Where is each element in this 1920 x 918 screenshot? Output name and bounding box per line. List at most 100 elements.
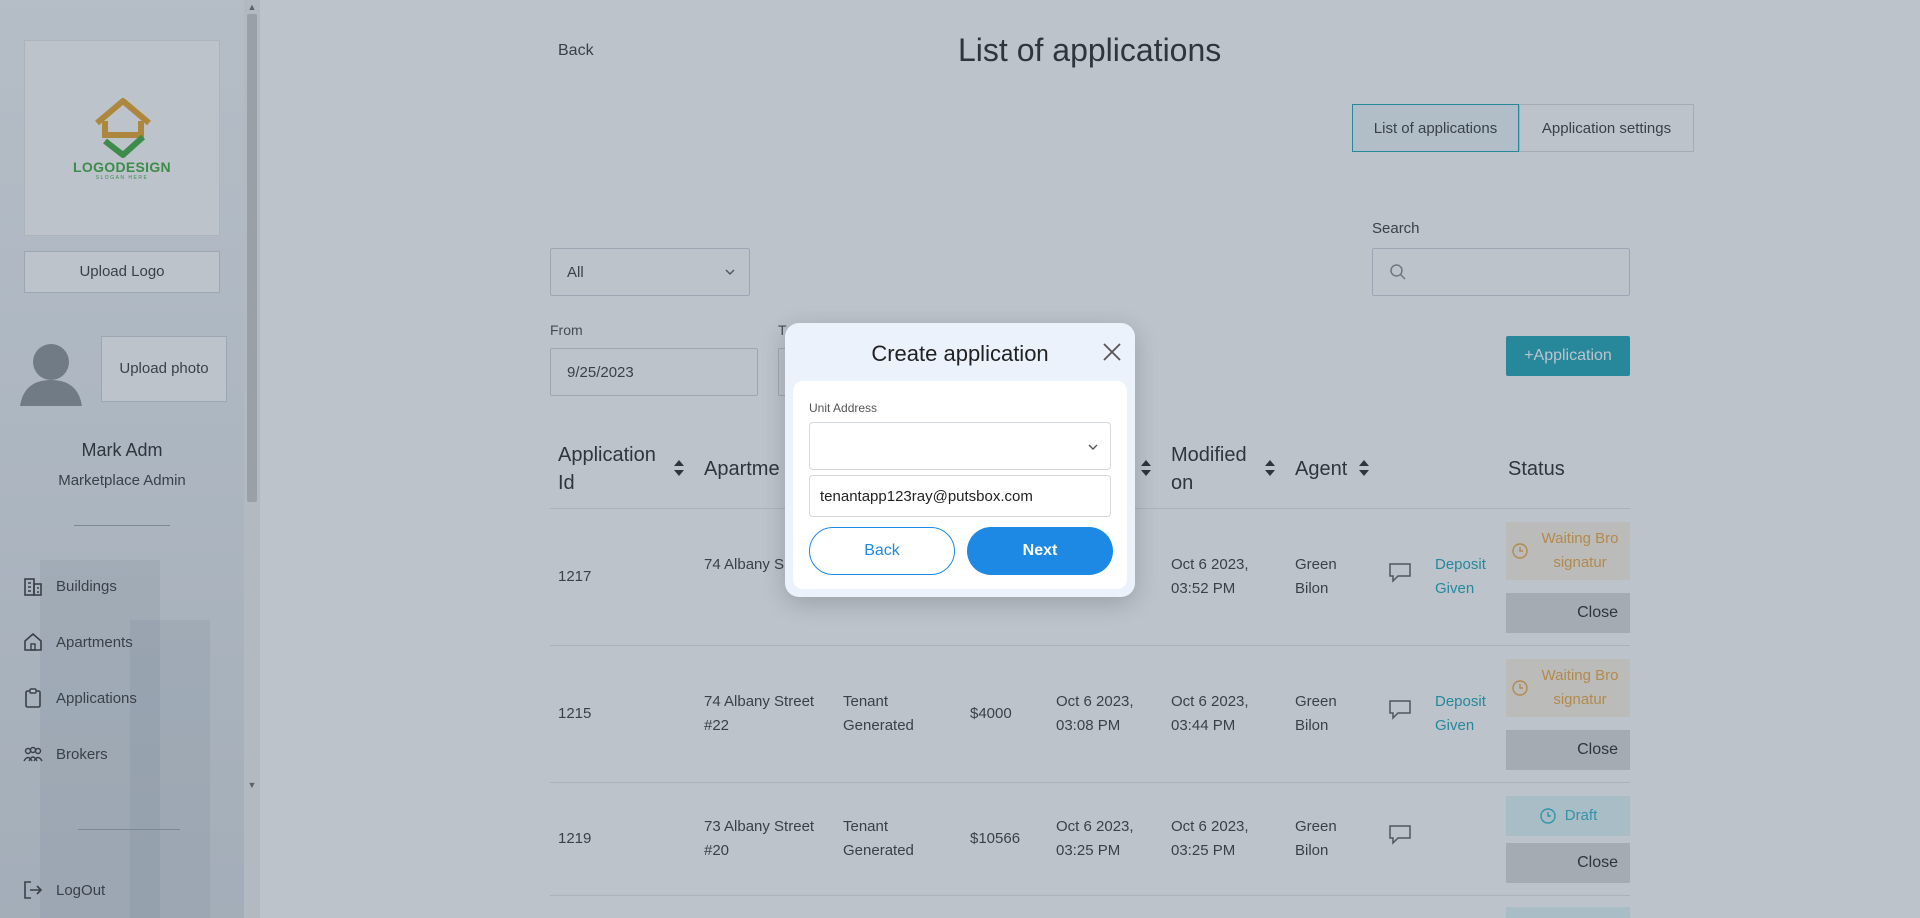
- column-header-agent[interactable]: Agent: [1295, 455, 1347, 483]
- cell-agent: Green Bilon: [1295, 693, 1337, 734]
- status-badge: Draft: [1506, 796, 1630, 836]
- modal-next-button[interactable]: Next: [967, 527, 1113, 575]
- logo-box: LOGODESIGN SLOGAN HERE: [24, 40, 220, 236]
- clock-icon: [1512, 543, 1528, 559]
- add-application-button[interactable]: +Application: [1506, 336, 1630, 376]
- building-icon: [24, 578, 42, 596]
- sidebar-item-label: Applications: [56, 689, 137, 707]
- upload-photo-button[interactable]: Upload photo: [101, 336, 227, 402]
- cell-application-id: 1219: [558, 830, 592, 847]
- cell-apartment: 74 Albany Street #22: [704, 693, 815, 734]
- scrollbar-thumb[interactable]: [247, 14, 257, 502]
- back-link[interactable]: Back: [558, 42, 594, 60]
- page-title: List of applications: [958, 32, 1222, 68]
- modal-back-button[interactable]: Back: [809, 527, 955, 575]
- chevron-down-icon: [1088, 444, 1098, 450]
- sidebar-item-label: Apartments: [56, 633, 133, 651]
- chevron-down-icon: [725, 269, 735, 275]
- logout-label: LogOut: [56, 881, 106, 899]
- scroll-down-icon[interactable]: ▼: [244, 780, 260, 790]
- create-application-modal: Create application Unit Address tenantap…: [785, 323, 1135, 597]
- unit-address-label: Unit Address: [809, 401, 878, 415]
- cell-apartment: 73 Albany Street #20: [704, 818, 815, 859]
- cell-modified-on: Oct 6 2023, 03:52 PM: [1171, 556, 1249, 597]
- close-button[interactable]: Close: [1506, 593, 1630, 633]
- status-filter-value: All: [567, 263, 584, 281]
- sidebar-item-buildings[interactable]: Buildings: [22, 574, 117, 598]
- sidebar-item-apartments[interactable]: Apartments: [22, 630, 133, 654]
- cell-agent: Green Bilon: [1295, 818, 1337, 859]
- status-text: Draft: [1564, 807, 1598, 824]
- logout-icon: [24, 881, 43, 899]
- scroll-up-icon[interactable]: ▲: [244, 2, 260, 12]
- status-filter-select[interactable]: All: [550, 248, 750, 296]
- cell-modified-on: Oct 6 2023, 03:44 PM: [1171, 693, 1249, 734]
- sidebar: LOGODESIGN SLOGAN HERE Upload Logo Uploa…: [0, 0, 260, 918]
- chat-icon[interactable]: [1388, 824, 1414, 846]
- tab-application-settings[interactable]: Application settings: [1519, 104, 1694, 152]
- modal-title: Create application: [871, 341, 1049, 366]
- search-icon: [1390, 264, 1406, 280]
- status-badge: Waiting Bro signatur: [1506, 659, 1630, 717]
- close-icon[interactable]: [1101, 341, 1123, 363]
- unit-address-select[interactable]: [809, 422, 1111, 470]
- cell-source: Tenant Generated: [843, 693, 914, 734]
- sidebar-item-applications[interactable]: Applications: [22, 686, 137, 710]
- sort-icon[interactable]: [1358, 458, 1370, 478]
- search-input[interactable]: [1372, 248, 1630, 296]
- sidebar-item-label: Brokers: [56, 745, 108, 763]
- sort-icon[interactable]: [1140, 458, 1152, 478]
- logout-link[interactable]: LogOut: [22, 878, 105, 902]
- close-button[interactable]: Close: [1506, 843, 1630, 883]
- logo-icon: [95, 98, 151, 158]
- deposit-given-link[interactable]: Deposit Given: [1435, 553, 1505, 601]
- status-badge: Waiting Bro signatur: [1506, 522, 1630, 580]
- status-text: Waiting Bro signatur: [1541, 667, 1619, 708]
- cell-application-id: 1217: [558, 568, 592, 585]
- from-label: From: [550, 322, 583, 338]
- sidebar-item-label: Buildings: [56, 577, 117, 595]
- background-building: [130, 620, 210, 918]
- status-text: Waiting Bro signatur: [1541, 530, 1619, 571]
- row-divider: [550, 645, 1630, 646]
- column-header-status: Status: [1508, 458, 1565, 480]
- user-name: Mark Adm: [81, 440, 163, 460]
- clock-icon: [1540, 808, 1556, 824]
- sort-icon[interactable]: [1264, 458, 1276, 478]
- column-header-apartment[interactable]: Apartme: [704, 455, 780, 483]
- upload-logo-button[interactable]: Upload Logo: [24, 251, 220, 293]
- user-role: Marketplace Admin: [58, 472, 186, 489]
- row-divider: [550, 895, 1630, 896]
- from-date-input[interactable]: 9/25/2023: [550, 348, 758, 396]
- logo-subtext: SLOGAN HERE: [95, 175, 149, 181]
- email-field[interactable]: tenantapp123ray@putsbox.com: [809, 475, 1111, 517]
- modal-body: Unit Address tenantapp123ray@putsbox.com…: [793, 381, 1127, 589]
- sort-icon[interactable]: [673, 458, 685, 478]
- tab-list-of-applications[interactable]: List of applications: [1352, 104, 1519, 152]
- deposit-given-link[interactable]: Deposit Given: [1435, 690, 1505, 738]
- chat-icon[interactable]: [1388, 562, 1414, 584]
- clock-icon: [1512, 680, 1528, 696]
- users-icon: [23, 746, 43, 762]
- chat-icon[interactable]: [1388, 699, 1414, 721]
- search-label: Search: [1372, 220, 1420, 237]
- sidebar-scrollbar[interactable]: ▲ ▼: [244, 0, 260, 918]
- cell-agent: Green Bilon: [1295, 556, 1337, 597]
- sidebar-item-brokers[interactable]: Brokers: [22, 742, 108, 766]
- cell-amount: $4000: [970, 705, 1012, 722]
- cell-amount: $10566: [970, 830, 1021, 847]
- cell-created-on: Oct 6 2023, 03:25 PM: [1056, 818, 1134, 859]
- cell-modified-on: Oct 6 2023, 03:25 PM: [1171, 818, 1249, 859]
- logo-text: LOGODESIGN: [73, 159, 171, 175]
- cell-created-on: Oct 6 2023, 03:08 PM: [1056, 693, 1134, 734]
- avatar: [20, 344, 82, 406]
- status-badge: [1506, 907, 1630, 918]
- cell-source: Tenant Generated: [843, 818, 914, 859]
- row-divider: [550, 782, 1630, 783]
- close-button[interactable]: Close: [1506, 730, 1630, 770]
- home-icon: [24, 633, 42, 651]
- column-header-modified-on[interactable]: Modified on: [1171, 441, 1261, 497]
- clipboard-icon: [25, 688, 41, 708]
- cell-application-id: 1215: [558, 705, 592, 722]
- column-header-application-id[interactable]: Application Id: [558, 441, 668, 497]
